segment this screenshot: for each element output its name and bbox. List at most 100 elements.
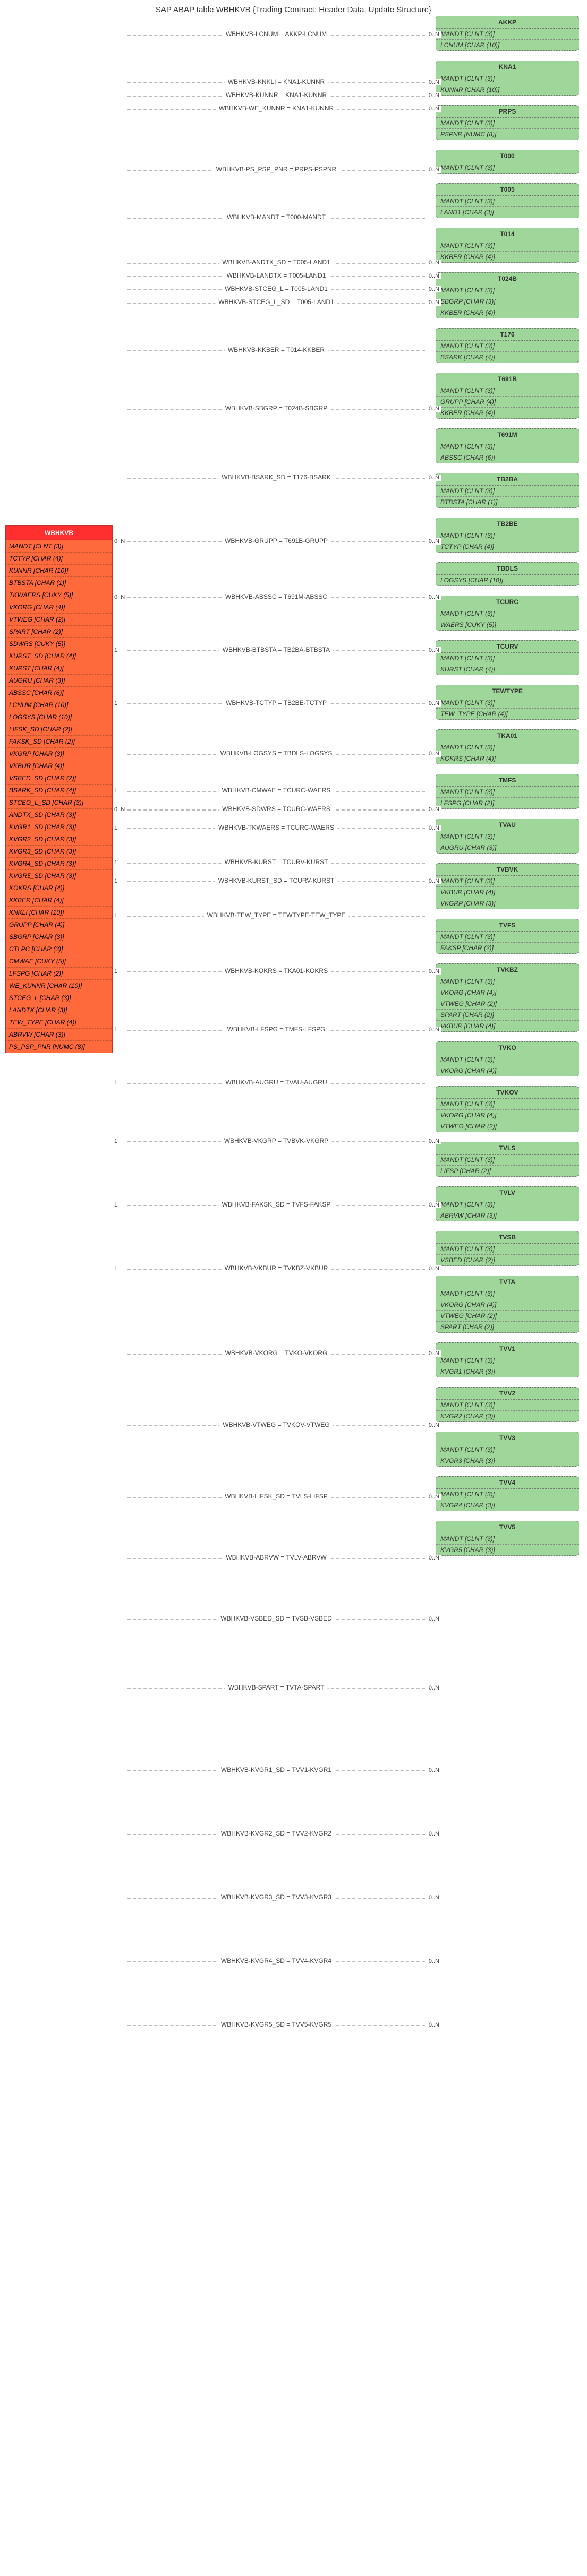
target-table-name: TMFS: [436, 774, 579, 787]
target-field: LIFSP [CHAR (2)]: [436, 1166, 579, 1176]
edge-join-label: WBHKVB-ABSSC = T691M-ABSSC: [222, 593, 330, 600]
target-field: MANDT [CLNT (3)]: [436, 1155, 579, 1166]
relationship-edge: WBHKVB-KKBER = T014-KKBER: [127, 350, 425, 351]
source-field: STCEG_L [CHAR (3)]: [6, 992, 112, 1004]
target-field: VSBED [CHAR (2)]: [436, 1255, 579, 1265]
target-field: LFSPG [CHAR (2)]: [436, 798, 579, 808]
target-table: T691MMANDT [CLNT (3)]ABSSC [CHAR (6)]: [436, 428, 579, 463]
relationship-edge: WBHKVB-KVGR4_SD = TVV4-KVGR40..N: [127, 1961, 425, 1962]
source-field: KVGR2_SD [CHAR (3)]: [6, 833, 112, 846]
edge-cardinality-right: 0..N: [427, 79, 441, 85]
target-field: MANDT [CLNT (3)]: [436, 1400, 579, 1411]
target-field: MANDT [CLNT (3)]: [436, 1054, 579, 1065]
relationship-edge: WBHKVB-VKBUR = TVKBZ-VKBUR10..N: [127, 1269, 425, 1270]
source-field: STCEG_L_SD [CHAR (3)]: [6, 797, 112, 809]
edge-join-label: WBHKVB-BSARK_SD = T176-BSARK: [218, 473, 334, 481]
target-table-name: T000: [436, 150, 579, 162]
target-field: KVGR2 [CHAR (3)]: [436, 1411, 579, 1421]
target-table: TBDLSLOGSYS [CHAR (10)]: [436, 562, 579, 586]
edge-cardinality-left: 0..N: [113, 594, 126, 600]
target-table-name: TVTA: [436, 1276, 579, 1288]
target-field: MANDT [CLNT (3)]: [436, 240, 579, 252]
target-table-name: TVKOV: [436, 1087, 579, 1099]
relationship-edge: WBHKVB-CMWAE = TCURC-WAERS1: [127, 791, 425, 792]
source-field: LOGSYS [CHAR (10)]: [6, 711, 112, 723]
edge-join-label: WBHKVB-KKBER = T014-KKBER: [225, 346, 328, 354]
relationship-edge: WBHKVB-PS_PSP_PNR = PRPS-PSPNR0..N: [127, 170, 425, 171]
edge-cardinality-right: 0..N: [427, 1027, 441, 1033]
target-table: TKA01MANDT [CLNT (3)]KOKRS [CHAR (4)]: [436, 729, 579, 764]
source-field: ABSSC [CHAR (6)]: [6, 687, 112, 699]
target-table-name: T024B: [436, 273, 579, 285]
target-table-name: TVKBZ: [436, 964, 579, 976]
target-field: LCNUM [CHAR (10)]: [436, 40, 579, 50]
target-table: TVLVMANDT [CLNT (3)]ABRVW [CHAR (3)]: [436, 1186, 579, 1221]
target-field: TCTYP [CHAR (4)]: [436, 541, 579, 552]
target-table: AKKPMANDT [CLNT (3)]LCNUM [CHAR (10)]: [436, 16, 579, 51]
source-field: TKWAERS [CUKY (5)]: [6, 589, 112, 601]
edge-cardinality-right: 0..N: [427, 286, 441, 292]
source-field: KVGR5_SD [CHAR (3)]: [6, 870, 112, 882]
target-field: SBGRP [CHAR (3)]: [436, 296, 579, 307]
target-field: MANDT [CLNT (3)]: [436, 787, 579, 798]
target-table: T005MANDT [CLNT (3)]LAND1 [CHAR (3)]: [436, 183, 579, 218]
target-field: MANDT [CLNT (3)]: [436, 742, 579, 753]
edge-cardinality-right: 0..N: [427, 806, 441, 813]
target-field: MANDT [CLNT (3)]: [436, 530, 579, 541]
edge-join-label: WBHKVB-LIFSK_SD = TVLS-LIFSP: [222, 1493, 331, 1500]
source-field: LCNUM [CHAR (10)]: [6, 699, 112, 711]
target-field: LOGSYS [CHAR (10)]: [436, 575, 579, 585]
edge-cardinality-right: 0..N: [427, 2022, 441, 2028]
relationship-edge: WBHKVB-VTWEG = TVKOV-VTWEG0..N: [127, 1425, 425, 1426]
edge-join-label: WBHKVB-KVGR3_SD = TVV3-KVGR3: [218, 1893, 335, 1901]
relationship-edge: WBHKVB-AUGRU = TVAU-AUGRU1: [127, 1083, 425, 1084]
edge-cardinality-right: 0..N: [427, 260, 441, 266]
target-field: VKGRP [CHAR (3)]: [436, 898, 579, 909]
source-field: KVGR4_SD [CHAR (3)]: [6, 858, 112, 870]
edge-join-label: WBHKVB-LCNUM = AKKP-LCNUM: [223, 30, 330, 38]
edge-cardinality-right: 0..N: [427, 273, 441, 279]
edge-cardinality-right: 0..N: [427, 1265, 441, 1272]
target-field: MANDT [CLNT (3)]: [436, 285, 579, 296]
target-field: MANDT [CLNT (3)]: [436, 876, 579, 887]
relationship-edge: WBHKVB-TKWAERS = TCURC-WAERS10..N: [127, 828, 425, 829]
edge-join-label: WBHKVB-VKORG = TVKO-VKORG: [222, 1349, 331, 1357]
edge-join-label: WBHKVB-TEW_TYPE = TEWTYPE-TEW_TYPE: [204, 911, 349, 919]
target-field: BTBSTA [CHAR (1)]: [436, 497, 579, 507]
target-tables-column: AKKPMANDT [CLNT (3)]LCNUM [CHAR (10)]KNA…: [436, 16, 579, 1565]
target-field: FAKSP [CHAR (2)]: [436, 943, 579, 953]
edge-join-label: WBHKVB-KVGR2_SD = TVV2-KVGR2: [218, 1830, 335, 1837]
target-field: SPART [CHAR (2)]: [436, 1010, 579, 1021]
target-field: MANDT [CLNT (3)]: [436, 1533, 579, 1545]
edge-cardinality-right: 0..N: [427, 1958, 441, 1965]
edge-join-label: WBHKVB-KUNNR = KNA1-KUNNR: [223, 91, 330, 99]
source-field: SDWRS [CUKY (5)]: [6, 638, 112, 650]
target-table: TVV1MANDT [CLNT (3)]KVGR1 [CHAR (3)]: [436, 1342, 579, 1377]
target-field: MANDT [CLNT (3)]: [436, 976, 579, 987]
relationship-edge: WBHKVB-LCNUM = AKKP-LCNUM0..N: [127, 35, 425, 36]
edge-cardinality-left: 1: [113, 1202, 119, 1208]
target-table-name: KNA1: [436, 61, 579, 73]
target-field: KKBER [CHAR (4)]: [436, 408, 579, 418]
target-table: T024BMANDT [CLNT (3)]SBGRP [CHAR (3)]KKB…: [436, 272, 579, 318]
target-field: MANDT [CLNT (3)]: [436, 1444, 579, 1455]
target-table-name: TVV4: [436, 1477, 579, 1489]
target-table: TVV2MANDT [CLNT (3)]KVGR2 [CHAR (3)]: [436, 1387, 579, 1422]
target-field: KURST [CHAR (4)]: [436, 664, 579, 675]
target-table-name: TCURC: [436, 596, 579, 608]
relationship-edge: WBHKVB-FAKSK_SD = TVFS-FAKSP10..N: [127, 1205, 425, 1206]
target-table: TVLSMANDT [CLNT (3)]LIFSP [CHAR (2)]: [436, 1142, 579, 1177]
edge-join-label: WBHKVB-KURST = TCURV-KURST: [221, 858, 331, 866]
edge-join-label: WBHKVB-ABRVW = TVLV-ABRVW: [223, 1554, 330, 1561]
edge-cardinality-left: 1: [113, 912, 119, 919]
target-table: TVV5MANDT [CLNT (3)]KVGR5 [CHAR (3)]: [436, 1521, 579, 1556]
relationship-edge: WBHKVB-VKGRP = TVBVK-VKGRP10..N: [127, 1141, 425, 1142]
target-field: KUNNR [CHAR (10)]: [436, 84, 579, 95]
source-field: WE_KUNNR [CHAR (10)]: [6, 980, 112, 992]
relationship-edge: WBHKVB-WE_KUNNR = KNA1-KUNNR0..N: [127, 109, 425, 110]
edge-join-label: WBHKVB-STCEG_L = T005-LAND1: [222, 285, 331, 292]
edge-join-label: WBHKVB-GRUPP = T691B-GRUPP: [222, 537, 331, 545]
edge-cardinality-right: 0..N: [427, 106, 441, 112]
target-field: KVGR5 [CHAR (3)]: [436, 1545, 579, 1555]
target-table-name: AKKP: [436, 16, 579, 29]
